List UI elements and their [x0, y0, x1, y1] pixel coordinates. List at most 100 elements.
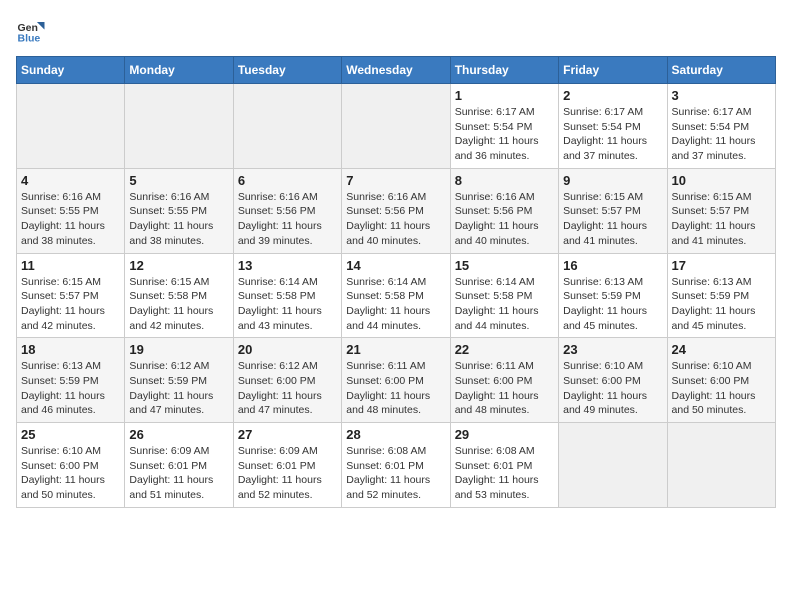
day-number: 7	[346, 173, 445, 188]
calendar-cell: 7 Sunrise: 6:16 AM Sunset: 5:56 PM Daylig…	[342, 168, 450, 253]
page-header: Gen Blue	[16, 16, 776, 46]
day-header-monday: Monday	[125, 57, 233, 84]
day-info: Sunrise: 6:13 AM Sunset: 5:59 PM Dayligh…	[21, 359, 120, 418]
day-info: Sunrise: 6:11 AM Sunset: 6:00 PM Dayligh…	[346, 359, 445, 418]
day-info: Sunrise: 6:16 AM Sunset: 5:56 PM Dayligh…	[238, 190, 337, 249]
calendar-cell: 12Sunrise: 6:15 AM Sunset: 5:58 PM Dayli…	[125, 253, 233, 338]
calendar-week-1: 1 Sunrise: 6:17 AM Sunset: 5:54 PM Daylig…	[17, 84, 776, 169]
calendar-cell: 22 Sunrise: 6:11 AM Sunset: 6:00 PM Dayli…	[450, 338, 558, 423]
calendar-cell: 5 Sunrise: 6:16 AM Sunset: 5:55 PM Daylig…	[125, 168, 233, 253]
day-info: Sunrise: 6:08 AM Sunset: 6:01 PM Dayligh…	[346, 444, 445, 503]
calendar-cell: 24 Sunrise: 6:10 AM Sunset: 6:00 PM Dayli…	[667, 338, 775, 423]
day-info: Sunrise: 6:15 AM Sunset: 5:57 PM Dayligh…	[672, 190, 771, 249]
calendar-cell: 27 Sunrise: 6:09 AM Sunset: 6:01 PM Dayli…	[233, 423, 341, 508]
calendar-cell	[125, 84, 233, 169]
day-info: Sunrise: 6:12 AM Sunset: 5:59 PM Dayligh…	[129, 359, 228, 418]
day-number: 4	[21, 173, 120, 188]
day-info: Sunrise: 6:17 AM Sunset: 5:54 PM Dayligh…	[672, 105, 771, 164]
day-info: Sunrise: 6:09 AM Sunset: 6:01 PM Dayligh…	[129, 444, 228, 503]
day-number: 6	[238, 173, 337, 188]
day-number: 27	[238, 427, 337, 442]
calendar-cell	[667, 423, 775, 508]
calendar-cell: 10 Sunrise: 6:15 AM Sunset: 5:57 PM Dayli…	[667, 168, 775, 253]
calendar-cell: 28Sunrise: 6:08 AM Sunset: 6:01 PM Dayli…	[342, 423, 450, 508]
day-info: Sunrise: 6:15 AM Sunset: 5:57 PM Dayligh…	[563, 190, 662, 249]
day-header-sunday: Sunday	[17, 57, 125, 84]
calendar-cell: 8 Sunrise: 6:16 AM Sunset: 5:56 PM Daylig…	[450, 168, 558, 253]
calendar-cell: 19 Sunrise: 6:12 AM Sunset: 5:59 PM Dayli…	[125, 338, 233, 423]
day-info: Sunrise: 6:14 AM Sunset: 5:58 PM Dayligh…	[346, 275, 445, 334]
calendar-cell: 21 Sunrise: 6:11 AM Sunset: 6:00 PM Dayli…	[342, 338, 450, 423]
calendar-cell: 17 Sunrise: 6:13 AM Sunset: 5:59 PM Dayli…	[667, 253, 775, 338]
day-info: Sunrise: 6:17 AM Sunset: 5:54 PM Dayligh…	[563, 105, 662, 164]
calendar-cell: 20 Sunrise: 6:12 AM Sunset: 6:00 PM Dayli…	[233, 338, 341, 423]
day-number: 25	[21, 427, 120, 442]
day-number: 17	[672, 258, 771, 273]
days-row: SundayMondayTuesdayWednesdayThursdayFrid…	[17, 57, 776, 84]
calendar-cell: 11 Sunrise: 6:15 AM Sunset: 5:57 PM Dayli…	[17, 253, 125, 338]
calendar-cell: 29 Sunrise: 6:08 AM Sunset: 6:01 PM Dayli…	[450, 423, 558, 508]
calendar-cell	[233, 84, 341, 169]
calendar-week-4: 18 Sunrise: 6:13 AM Sunset: 5:59 PM Dayli…	[17, 338, 776, 423]
day-header-saturday: Saturday	[667, 57, 775, 84]
calendar-cell: 2 Sunrise: 6:17 AM Sunset: 5:54 PM Daylig…	[559, 84, 667, 169]
day-number: 5	[129, 173, 228, 188]
day-number: 19	[129, 342, 228, 357]
day-info: Sunrise: 6:10 AM Sunset: 6:00 PM Dayligh…	[672, 359, 771, 418]
day-number: 11	[21, 258, 120, 273]
calendar-week-3: 11 Sunrise: 6:15 AM Sunset: 5:57 PM Dayli…	[17, 253, 776, 338]
day-info: Sunrise: 6:11 AM Sunset: 6:00 PM Dayligh…	[455, 359, 554, 418]
day-info: Sunrise: 6:14 AM Sunset: 5:58 PM Dayligh…	[455, 275, 554, 334]
calendar-cell: 18 Sunrise: 6:13 AM Sunset: 5:59 PM Dayli…	[17, 338, 125, 423]
day-number: 15	[455, 258, 554, 273]
day-number: 1	[455, 88, 554, 103]
day-number: 8	[455, 173, 554, 188]
day-number: 23	[563, 342, 662, 357]
calendar-cell: 16 Sunrise: 6:13 AM Sunset: 5:59 PM Dayli…	[559, 253, 667, 338]
calendar-cell: 26 Sunrise: 6:09 AM Sunset: 6:01 PM Dayli…	[125, 423, 233, 508]
day-header-thursday: Thursday	[450, 57, 558, 84]
day-header-friday: Friday	[559, 57, 667, 84]
day-number: 26	[129, 427, 228, 442]
day-info: Sunrise: 6:16 AM Sunset: 5:55 PM Dayligh…	[21, 190, 120, 249]
day-number: 18	[21, 342, 120, 357]
calendar-cell: 4 Sunrise: 6:16 AM Sunset: 5:55 PM Daylig…	[17, 168, 125, 253]
day-number: 21	[346, 342, 445, 357]
calendar-cell	[342, 84, 450, 169]
day-number: 20	[238, 342, 337, 357]
day-info: Sunrise: 6:10 AM Sunset: 6:00 PM Dayligh…	[21, 444, 120, 503]
day-info: Sunrise: 6:13 AM Sunset: 5:59 PM Dayligh…	[563, 275, 662, 334]
day-number: 12	[129, 258, 228, 273]
calendar-week-2: 4 Sunrise: 6:16 AM Sunset: 5:55 PM Daylig…	[17, 168, 776, 253]
calendar-table: SundayMondayTuesdayWednesdayThursdayFrid…	[16, 56, 776, 508]
calendar-cell: 14Sunrise: 6:14 AM Sunset: 5:58 PM Dayli…	[342, 253, 450, 338]
day-number: 2	[563, 88, 662, 103]
logo: Gen Blue	[16, 16, 50, 46]
day-header-wednesday: Wednesday	[342, 57, 450, 84]
day-number: 24	[672, 342, 771, 357]
day-number: 16	[563, 258, 662, 273]
day-number: 10	[672, 173, 771, 188]
calendar-header: SundayMondayTuesdayWednesdayThursdayFrid…	[17, 57, 776, 84]
calendar-cell: 25 Sunrise: 6:10 AM Sunset: 6:00 PM Dayli…	[17, 423, 125, 508]
day-info: Sunrise: 6:15 AM Sunset: 5:57 PM Dayligh…	[21, 275, 120, 334]
day-info: Sunrise: 6:16 AM Sunset: 5:55 PM Dayligh…	[129, 190, 228, 249]
day-info: Sunrise: 6:13 AM Sunset: 5:59 PM Dayligh…	[672, 275, 771, 334]
day-info: Sunrise: 6:16 AM Sunset: 5:56 PM Dayligh…	[455, 190, 554, 249]
calendar-cell: 9 Sunrise: 6:15 AM Sunset: 5:57 PM Daylig…	[559, 168, 667, 253]
day-info: Sunrise: 6:09 AM Sunset: 6:01 PM Dayligh…	[238, 444, 337, 503]
logo-icon: Gen Blue	[16, 16, 46, 46]
day-info: Sunrise: 6:08 AM Sunset: 6:01 PM Dayligh…	[455, 444, 554, 503]
calendar-cell: 15 Sunrise: 6:14 AM Sunset: 5:58 PM Dayli…	[450, 253, 558, 338]
day-number: 13	[238, 258, 337, 273]
day-number: 22	[455, 342, 554, 357]
day-info: Sunrise: 6:17 AM Sunset: 5:54 PM Dayligh…	[455, 105, 554, 164]
day-info: Sunrise: 6:12 AM Sunset: 6:00 PM Dayligh…	[238, 359, 337, 418]
day-info: Sunrise: 6:16 AM Sunset: 5:56 PM Dayligh…	[346, 190, 445, 249]
calendar-cell: 6 Sunrise: 6:16 AM Sunset: 5:56 PM Daylig…	[233, 168, 341, 253]
calendar-body: 1 Sunrise: 6:17 AM Sunset: 5:54 PM Daylig…	[17, 84, 776, 508]
calendar-cell: 1 Sunrise: 6:17 AM Sunset: 5:54 PM Daylig…	[450, 84, 558, 169]
day-number: 9	[563, 173, 662, 188]
day-number: 29	[455, 427, 554, 442]
calendar-cell	[559, 423, 667, 508]
